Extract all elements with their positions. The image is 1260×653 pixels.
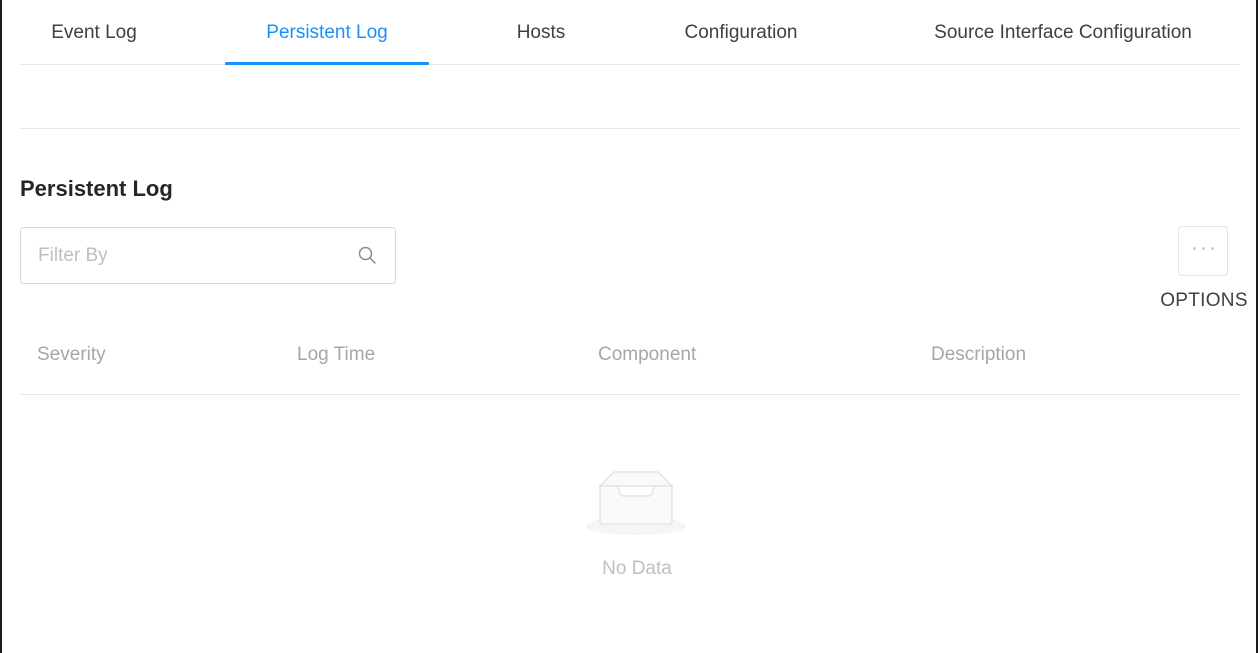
tab-configuration[interactable]: Configuration <box>652 0 830 64</box>
options-button[interactable] <box>1178 226 1228 276</box>
filter-field[interactable] <box>20 227 396 284</box>
page-title: Persistent Log <box>20 176 173 201</box>
empty-inbox-icon <box>586 471 686 535</box>
tab-hosts[interactable]: Hosts <box>486 0 596 64</box>
column-header-description[interactable]: Description <box>931 344 1026 366</box>
section-divider <box>20 128 1240 129</box>
options-label[interactable]: OPTIONS <box>1152 290 1256 312</box>
column-header-severity[interactable]: Severity <box>37 344 106 366</box>
ellipsis-icon <box>1179 247 1227 250</box>
filter-input[interactable] <box>21 228 341 283</box>
search-icon[interactable] <box>357 245 377 265</box>
tab-persistent-log[interactable]: Persistent Log <box>225 0 429 65</box>
tab-bar: Event Log Persistent Log Hosts Configura… <box>20 0 1240 65</box>
table-header: Severity Log Time Component Description <box>20 320 1240 395</box>
tab-source-interface-configuration[interactable]: Source Interface Configuration <box>894 0 1232 64</box>
column-header-component[interactable]: Component <box>598 344 696 366</box>
tab-event-log[interactable]: Event Log <box>26 0 162 64</box>
empty-state-text: No Data <box>602 558 672 579</box>
column-header-log-time[interactable]: Log Time <box>297 344 375 366</box>
page-frame: Event Log Persistent Log Hosts Configura… <box>0 0 1258 653</box>
